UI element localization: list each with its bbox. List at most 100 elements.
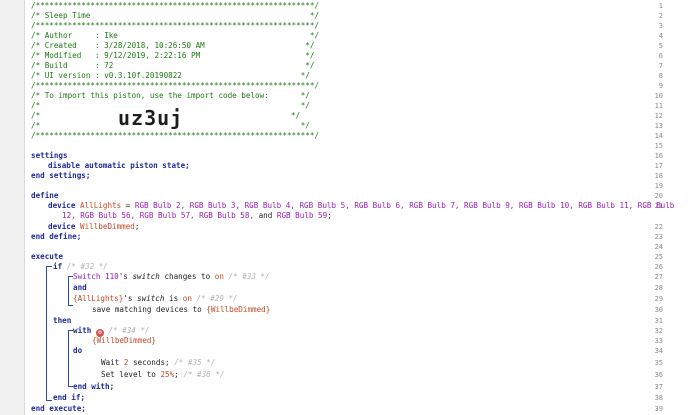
disable-state-statement[interactable]: disable automatic piston state; [48,161,190,171]
if-statement[interactable]: if /* #32 */ [53,262,108,272]
condition-operator: is [164,294,183,303]
condition-value: on [214,272,224,281]
possessive: 's [118,272,133,281]
wait-text: Wait [101,358,124,367]
line-number: 13 [654,122,663,130]
line-number: 29 [654,295,663,303]
condition-value: on [182,294,192,303]
created-line: /* Created : 3/28/2018, 10:26:50 AM */ [31,41,315,50]
line-number: 9 [658,82,663,90]
and-operator[interactable]: and [73,283,87,293]
line-number: 6 [658,52,663,60]
line-number: 28 [654,284,663,292]
line-number: 3 [658,22,663,30]
header-blank: /* */ [31,121,310,130]
all-lights-last-device: RGB Bulb 59 [276,211,328,220]
wait-comment: /* #35 */ [174,358,216,367]
wait-task[interactable]: Wait 2 seconds; /* #35 */ [101,358,215,368]
end-execute-keyword[interactable]: end execute; [31,404,86,414]
willbedimmed-definition[interactable]: device WillbeDimmed; [48,222,139,232]
end-if-keyword[interactable]: end if; [53,393,85,403]
all-lights-definition[interactable]: device AllLights = RGB Bulb 2, RGB Bulb … [48,201,674,211]
then-keyword[interactable]: then [53,316,71,326]
line-number: 37 [654,383,663,391]
level-value: 25% [160,370,175,379]
if-comment: /* #32 */ [66,262,108,271]
line-number: 33 [654,337,663,345]
line-number: 18 [654,172,663,180]
line-number: 32 [654,327,663,335]
ui-version-line: /* UI version : v0.3.10f.20190822 */ [31,71,310,80]
line-number: 8 [658,72,663,80]
semicolon: ; [174,370,179,379]
device-keyword: device [48,222,76,231]
line-number: 36 [654,371,663,379]
line-number: 14 [654,132,663,140]
line-number: 4 [658,32,663,40]
line-number: 23 [654,233,663,241]
condition-operator: changes to [159,272,215,281]
if-keyword: if [53,262,63,271]
condition-comment: /* #29 */ [196,294,238,303]
set-level-comment: /* #36 */ [183,370,225,379]
line-number: 26 [654,263,663,271]
attribute-name: switch [132,272,160,281]
end-define-keyword[interactable]: end define; [31,232,81,242]
header-border: /***************************************… [31,1,320,10]
modified-line: /* Modified : 9/12/2019, 2:22:16 PM */ [31,51,315,60]
condition-device: Switch 110 [73,272,119,281]
line-number: 11 [654,102,663,110]
header-border: /***************************************… [31,21,320,30]
execute-keyword[interactable]: execute [31,252,63,262]
line-number: 30 [654,306,663,314]
condition-attribute: switch [137,294,164,303]
all-lights-devices-cont: 12, RGB Bulb 56, RGB Bulb 57, RGB Bulb 5… [62,211,255,220]
line-number-gutter [0,0,25,415]
condition-all-lights[interactable]: {AllLights}'s switch is on /* #29 */ [73,294,238,304]
with-statement[interactable]: with ⚙ /* #34 */ [73,326,150,337]
line-number: 10 [654,92,663,100]
line-number: 31 [654,317,663,325]
line-number: 24 [654,243,663,251]
save-matching-devices[interactable]: save matching devices to {WillbeDimmed} [92,305,270,315]
semicolon: ; [327,211,332,220]
possessive: 's [123,294,138,303]
line-number: 27 [654,273,663,281]
all-lights-devices: RGB Bulb 2, RGB Bulb 3, RGB Bulb 4, RGB … [134,201,675,210]
end-settings-keyword[interactable]: end settings; [31,171,90,181]
build-line: /* Build : 72 */ [31,61,315,70]
header-border: /***************************************… [31,81,320,90]
line-number: 2 [658,12,663,20]
save-target-variable: {WillbeDimmed} [206,305,271,314]
end-with-keyword[interactable]: end with; [73,382,114,392]
all-lights-definition-cont[interactable]: 12, RGB Bulb 56, RGB Bulb 57, RGB Bulb 5… [62,211,332,221]
set-level-task[interactable]: Set level to 25%; /* #36 */ [101,370,224,380]
line-number: 38 [654,394,663,402]
author-line: /* Author : Ike */ [31,31,320,40]
if-block-bracket [46,266,52,401]
line-number: 25 [654,253,663,261]
with-block-bracket [68,330,73,387]
header-border: /***************************************… [31,131,320,140]
import-prefix: /* [31,111,41,120]
line-number: 12 [654,112,663,120]
all-lights-variable: AllLights [80,201,122,210]
line-number: 5 [658,42,663,50]
device-keyword: device [48,201,76,210]
condition-variable: {AllLights} [73,294,124,303]
assign-operator: = [121,201,135,210]
and-separator: and [254,211,277,220]
with-device-variable[interactable]: {WillbeDimmed} [92,336,156,346]
line-number: 19 [654,182,663,190]
define-keyword[interactable]: define [31,191,58,201]
condition-switch-110[interactable]: Switch 110's switch changes to on /* #33… [73,272,270,282]
do-keyword[interactable]: do [73,346,82,356]
line-number: 34 [654,347,663,355]
settings-keyword[interactable]: settings [31,151,68,161]
import-hint: /* To import this piston, use the import… [31,91,310,100]
line-number: 22 [654,223,663,231]
line-number: 7 [658,62,663,70]
import-suffix: */ [291,111,301,120]
willbedimmed-variable: WillbeDimmed [80,222,135,231]
line-number: 20 [654,192,663,200]
